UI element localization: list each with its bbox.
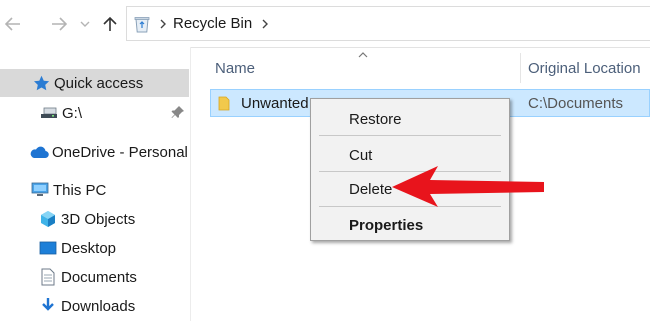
drive-icon [39, 103, 59, 123]
file-original-location: C:\Documents [528, 95, 624, 112]
navigation-pane: Quick access G:\ OneDrive - Personal Thi… [0, 47, 191, 321]
breadcrumb-recycle-bin[interactable]: Recycle Bin [173, 15, 252, 32]
menu-separator [319, 135, 501, 136]
menu-item-properties[interactable]: Properties [311, 212, 509, 238]
computer-icon [30, 180, 50, 200]
sidebar-item-onedrive[interactable]: OneDrive - Personal [0, 138, 189, 166]
file-name: Unwanted [241, 95, 309, 112]
sidebar-item-label: Downloads [61, 297, 136, 315]
sidebar-item-g-drive[interactable]: G:\ [0, 99, 189, 127]
annotation-arrow-icon [388, 160, 548, 215]
breadcrumb-chevron-icon[interactable] [160, 19, 167, 29]
recycle-bin-icon [134, 16, 150, 32]
menu-item-label: Restore [349, 110, 402, 128]
folder-icon [218, 95, 230, 115]
address-bar-area: Recycle Bin [0, 0, 650, 48]
sidebar-item-label: Desktop [61, 239, 117, 257]
document-icon [38, 267, 58, 287]
forward-button[interactable] [48, 13, 70, 35]
sort-ascending-icon [358, 45, 368, 62]
breadcrumb-chevron-icon[interactable] [262, 19, 269, 29]
column-header-original-location[interactable]: Original Location [528, 60, 641, 77]
cloud-icon [29, 142, 49, 162]
cube-icon [38, 209, 58, 229]
menu-item-label: Properties [349, 216, 424, 234]
sidebar-item-label: OneDrive - Personal [52, 143, 188, 161]
address-box[interactable]: Recycle Bin [126, 6, 650, 41]
sidebar-item-desktop[interactable]: Desktop [0, 234, 189, 262]
forward-arrow-icon [52, 17, 67, 31]
back-button[interactable] [2, 13, 24, 35]
back-arrow-icon [5, 17, 20, 31]
up-arrow-icon [103, 16, 117, 31]
sidebar-item-label: Quick access [54, 74, 144, 92]
sidebar-item-documents[interactable]: Documents [0, 263, 189, 291]
chevron-down-icon [80, 21, 90, 27]
sidebar-item-this-pc[interactable]: This PC [0, 176, 189, 204]
pin-icon[interactable] [171, 105, 185, 123]
sidebar-item-downloads[interactable]: Downloads [0, 292, 189, 320]
sidebar-item-quick-access[interactable]: Quick access [0, 69, 189, 97]
menu-item-label: Cut [349, 146, 373, 164]
sidebar-item-label: 3D Objects [61, 210, 136, 228]
sidebar-item-label: G:\ [62, 104, 83, 122]
star-icon [31, 73, 51, 93]
column-divider[interactable] [520, 53, 521, 83]
download-icon [38, 296, 58, 316]
column-header-row: Name Original Location [191, 47, 650, 87]
sidebar-item-3d-objects[interactable]: 3D Objects [0, 205, 189, 233]
sidebar-item-label: This PC [53, 181, 107, 199]
up-button[interactable] [99, 13, 121, 35]
desktop-icon [38, 238, 58, 258]
column-header-name[interactable]: Name [215, 60, 255, 77]
menu-item-restore[interactable]: Restore [311, 106, 509, 132]
recent-locations-button[interactable] [78, 13, 92, 35]
sidebar-item-label: Documents [61, 268, 137, 286]
menu-item-label: Delete [349, 180, 393, 198]
